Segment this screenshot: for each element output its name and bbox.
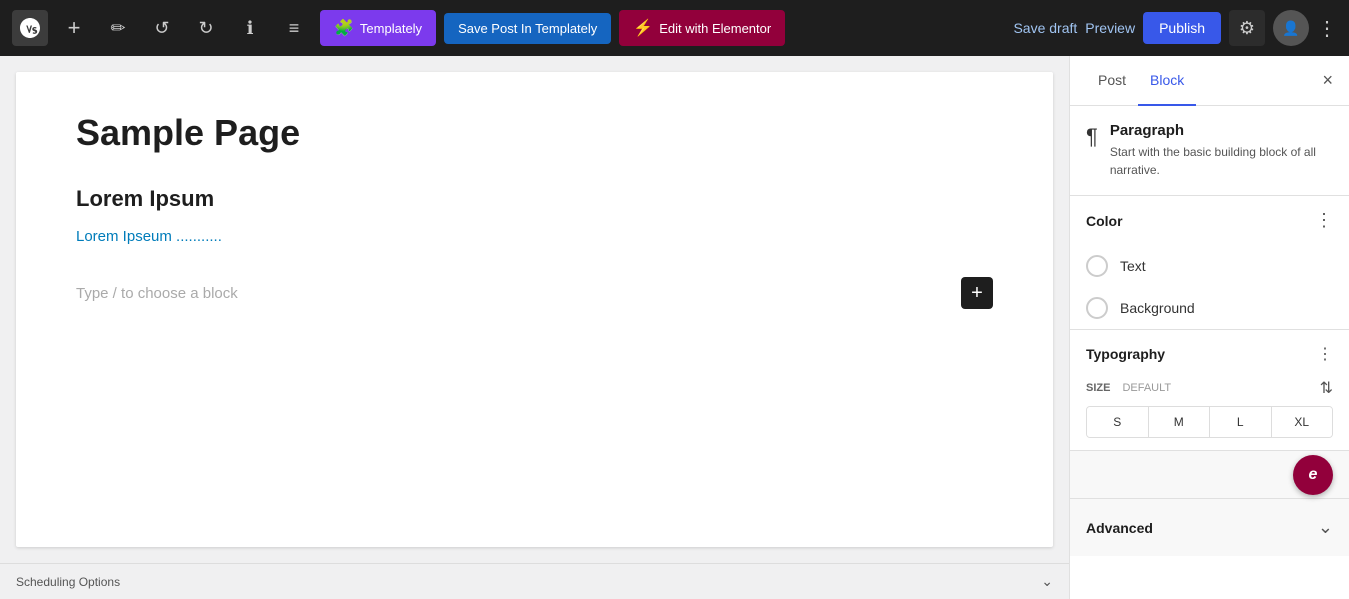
elementor-fab-icon: e — [1309, 466, 1318, 484]
gear-icon: ⚙ — [1239, 18, 1255, 39]
avatar[interactable]: 👤 — [1273, 10, 1309, 46]
settings-button[interactable]: ⚙ — [1229, 10, 1265, 46]
pen-icon: ✏ — [110, 18, 125, 39]
close-sidebar-button[interactable]: × — [1322, 56, 1333, 105]
toolbar-right: Save draft Preview Publish ⚙ 👤 ⋮ — [1013, 10, 1337, 46]
tab-post[interactable]: Post — [1086, 56, 1138, 106]
info-button[interactable]: ℹ — [232, 10, 268, 46]
sidebar-tabs: Post Block × — [1070, 56, 1349, 106]
typography-header: Typography ⋮ — [1070, 330, 1349, 378]
text-color-option[interactable]: Text — [1070, 245, 1349, 287]
more-icon: ⋮ — [1317, 344, 1333, 364]
wp-logo[interactable] — [12, 10, 48, 46]
add-block-toolbar-button[interactable]: + — [56, 10, 92, 46]
advanced-chevron-icon: ⌄ — [1318, 517, 1333, 538]
bottom-bar-right: ⌄ — [1041, 573, 1053, 590]
edit-pen-button[interactable]: ✏ — [100, 10, 136, 46]
close-icon: × — [1322, 70, 1333, 91]
editor-canvas[interactable]: Sample Page Lorem Ipsum Lorem Ipseum ...… — [16, 72, 1053, 547]
advanced-section: Advanced ⌄ — [1070, 499, 1349, 556]
block-placeholder[interactable]: Type / to choose a block + — [76, 269, 993, 317]
bottom-bar: Scheduling Options ⌄ — [0, 563, 1069, 599]
background-color-label: Background — [1120, 300, 1195, 316]
list-button[interactable]: ≡ — [276, 10, 312, 46]
size-s-button[interactable]: S — [1087, 407, 1149, 437]
add-icon: + — [971, 282, 983, 305]
paragraph-description: Start with the basic building block of a… — [1110, 143, 1333, 179]
paragraph-icon: ¶ — [1086, 124, 1098, 150]
content-link[interactable]: Lorem Ipseum ........... — [76, 228, 993, 245]
templately-icon: 🧩 — [334, 18, 354, 38]
undo-button[interactable]: ↺ — [144, 10, 180, 46]
edit-elementor-button[interactable]: ⚡ Edit with Elementor — [619, 10, 785, 46]
size-m-button[interactable]: M — [1149, 407, 1211, 437]
more-options-button[interactable]: ⋮ — [1317, 16, 1337, 41]
editor-area: Sample Page Lorem Ipsum Lorem Ipseum ...… — [0, 56, 1069, 599]
size-label: SIZE — [1086, 382, 1110, 394]
background-color-option[interactable]: Background — [1070, 287, 1349, 329]
add-block-button[interactable]: + — [961, 277, 993, 309]
typography-section: Typography ⋮ SIZE DEFAULT ⇅ S M L XL — [1070, 330, 1349, 451]
typography-title: Typography — [1086, 346, 1165, 362]
redo-icon: ↻ — [198, 18, 213, 39]
size-l-button[interactable]: L — [1210, 407, 1272, 437]
color-section-header: Color ⋮ — [1070, 196, 1349, 245]
save-draft-button[interactable]: Save draft — [1013, 20, 1077, 36]
right-sidebar: Post Block × ¶ Paragraph Start with the … — [1069, 56, 1349, 599]
info-icon: ℹ — [247, 18, 254, 39]
templately-button[interactable]: 🧩 Templately — [320, 10, 436, 46]
advanced-title: Advanced — [1086, 520, 1153, 536]
placeholder-text: Type / to choose a block — [76, 285, 238, 302]
list-icon: ≡ — [289, 18, 300, 39]
background-color-circle — [1086, 297, 1108, 319]
paragraph-title: Paragraph — [1110, 122, 1333, 139]
elementor-icon: ⚡ — [633, 18, 653, 38]
size-xl-button[interactable]: XL — [1272, 407, 1333, 437]
avatar-icon: 👤 — [1282, 20, 1299, 37]
advanced-header[interactable]: Advanced ⌄ — [1070, 499, 1349, 556]
elementor-fab-area: e — [1070, 451, 1349, 499]
size-options: S M L XL — [1086, 406, 1333, 438]
paragraph-info: Paragraph Start with the basic building … — [1110, 122, 1333, 179]
undo-icon: ↺ — [154, 18, 169, 39]
more-icon: ⋮ — [1315, 210, 1333, 230]
color-title: Color — [1086, 213, 1123, 229]
text-color-label: Text — [1120, 258, 1146, 274]
page-title: Sample Page — [76, 112, 993, 154]
scheduling-label: Scheduling Options — [16, 575, 120, 589]
text-color-circle — [1086, 255, 1108, 277]
toolbar: + ✏ ↺ ↻ ℹ ≡ 🧩 Templately Save Post In Te… — [0, 0, 1349, 56]
paragraph-section: ¶ Paragraph Start with the basic buildin… — [1070, 106, 1349, 196]
size-filter-button[interactable]: ⇅ — [1320, 378, 1333, 398]
filter-icon: ⇅ — [1320, 380, 1333, 397]
scheduling-chevron[interactable]: ⌄ — [1041, 573, 1053, 590]
redo-button[interactable]: ↻ — [188, 10, 224, 46]
tab-block[interactable]: Block — [1138, 56, 1196, 106]
size-default: DEFAULT — [1122, 382, 1311, 394]
publish-button[interactable]: Publish — [1143, 12, 1221, 44]
elementor-fab-button[interactable]: e — [1293, 455, 1333, 495]
content-heading: Lorem Ipsum — [76, 186, 993, 212]
typography-more-button[interactable]: ⋮ — [1317, 344, 1333, 364]
main-area: Sample Page Lorem Ipsum Lorem Ipseum ...… — [0, 56, 1349, 599]
more-icon: ⋮ — [1317, 16, 1337, 41]
size-control: SIZE DEFAULT ⇅ S M L XL — [1070, 378, 1349, 450]
color-section: Color ⋮ Text Background — [1070, 196, 1349, 330]
color-more-button[interactable]: ⋮ — [1315, 210, 1333, 231]
save-post-templately-button[interactable]: Save Post In Templately — [444, 13, 611, 44]
preview-button[interactable]: Preview — [1085, 20, 1135, 36]
